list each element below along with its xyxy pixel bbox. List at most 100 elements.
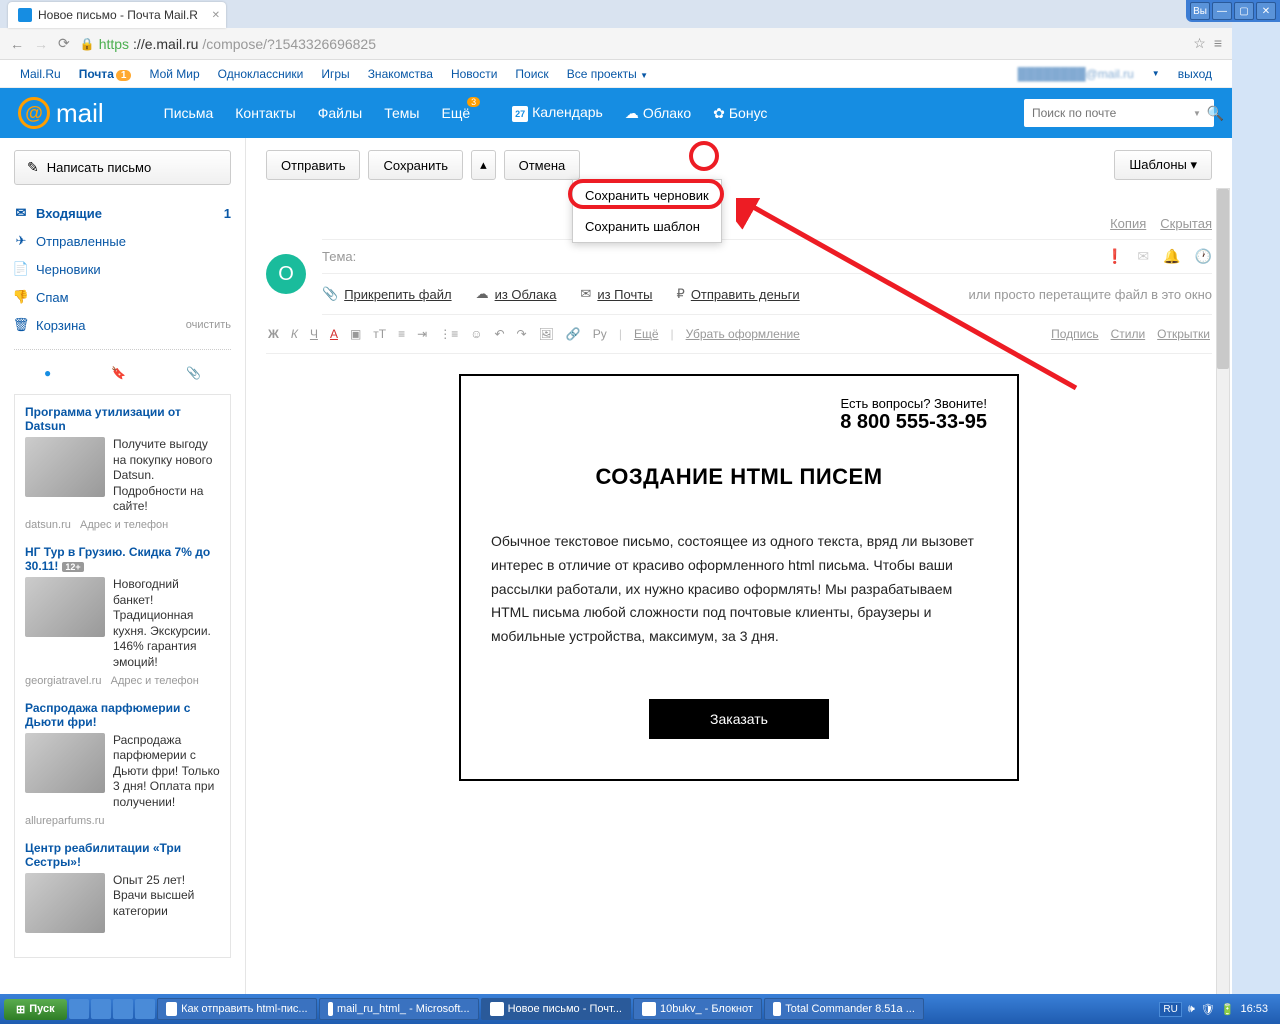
- portal-link-all[interactable]: Все проекты ▼: [567, 67, 648, 81]
- quicklaunch-icon[interactable]: [113, 999, 133, 1019]
- nav-contacts[interactable]: Контакты: [235, 105, 295, 121]
- window-minimize-button[interactable]: —: [1212, 2, 1232, 20]
- trash-clear-link[interactable]: очистить: [186, 319, 231, 331]
- ad-image[interactable]: [25, 577, 105, 637]
- nav-cloud[interactable]: ☁Облако: [625, 105, 691, 122]
- portal-link-ok[interactable]: Одноклассники: [218, 67, 304, 81]
- language-indicator[interactable]: RU: [1159, 1002, 1181, 1017]
- link-icon[interactable]: 🔗: [564, 325, 583, 343]
- search-dropdown-icon[interactable]: ▼: [1193, 109, 1201, 118]
- portal-link-mymir[interactable]: Мой Мир: [149, 67, 199, 81]
- nav-letters[interactable]: Письма: [164, 105, 214, 121]
- tab-close-icon[interactable]: ✕: [212, 10, 220, 21]
- templates-button[interactable]: Шаблоны ▾: [1114, 150, 1212, 180]
- taskbar-task[interactable]: Как отправить html-пис...: [157, 998, 317, 1020]
- portal-link-dating[interactable]: Знакомства: [368, 67, 433, 81]
- ad-title[interactable]: Распродажа парфюмерии с Дьюти фри!: [25, 701, 220, 729]
- undo-icon[interactable]: ↶: [492, 325, 506, 343]
- fmt-more-link[interactable]: Ещё: [632, 325, 661, 343]
- flagged-filter-icon[interactable]: 🔖: [111, 366, 126, 380]
- fmt-clear-link[interactable]: Убрать оформление: [684, 325, 802, 343]
- nav-bonus[interactable]: ✿Бонус: [713, 105, 767, 122]
- save-template-item[interactable]: Сохранить шаблон: [573, 211, 721, 242]
- attach-file-button[interactable]: 📎Прикрепить файл: [322, 286, 452, 302]
- portal-link-games[interactable]: Игры: [321, 67, 349, 81]
- quicklaunch-icon[interactable]: [69, 999, 89, 1019]
- ad-title[interactable]: НГ Тур в Грузию. Скидка 7% до 30.11!12+: [25, 545, 220, 573]
- schedule-icon[interactable]: 🕐: [1195, 248, 1212, 265]
- bg-color-icon[interactable]: ▣: [348, 325, 363, 343]
- logout-link[interactable]: выход: [1178, 67, 1212, 81]
- user-email[interactable]: ████████@mail.ru: [1018, 67, 1134, 81]
- cancel-button[interactable]: Отмена: [504, 150, 581, 180]
- send-money-button[interactable]: ₽Отправить деньги: [677, 286, 800, 302]
- nav-more[interactable]: Ещё3: [441, 105, 470, 121]
- attach-mail-button[interactable]: ✉из Почты: [580, 286, 652, 302]
- italic-icon[interactable]: К: [289, 325, 300, 343]
- to-field-row[interactable]: Копия Скрытая: [322, 208, 1212, 240]
- compose-scrollbar[interactable]: [1216, 188, 1230, 1014]
- tray-icon[interactable]: 🕪: [1188, 1003, 1195, 1016]
- save-draft-item[interactable]: Сохранить черновик: [573, 180, 721, 211]
- send-button[interactable]: Отправить: [266, 150, 360, 180]
- mail-logo[interactable]: @ mail: [18, 97, 104, 129]
- bookmark-icon[interactable]: ☆: [1193, 35, 1206, 52]
- align-icon[interactable]: ≡: [396, 325, 407, 343]
- window-maximize-button[interactable]: ▢: [1234, 2, 1254, 20]
- user-menu-chevron-icon[interactable]: ▼: [1152, 69, 1160, 78]
- ad-image[interactable]: [25, 437, 105, 497]
- ad-image[interactable]: [25, 733, 105, 793]
- start-button[interactable]: ⊞Пуск: [4, 999, 67, 1020]
- list-icon[interactable]: ⋮≡: [437, 325, 460, 343]
- email-body-preview[interactable]: Есть вопросы? Звоните! 8 800 555-33-95 С…: [459, 374, 1019, 781]
- ad-title[interactable]: Программа утилизации от Datsun: [25, 405, 220, 433]
- taskbar-task-active[interactable]: Новое письмо - Почт...: [481, 998, 631, 1020]
- url-field[interactable]: 🔒 https ://e.mail.ru /compose/?154332669…: [80, 36, 1184, 52]
- bcc-link[interactable]: Скрытая: [1160, 216, 1212, 231]
- folder-inbox[interactable]: ✉Входящие1: [14, 199, 231, 227]
- translit-icon[interactable]: Ру: [591, 325, 609, 343]
- save-dropdown-button[interactable]: ▴: [471, 150, 496, 180]
- search-box[interactable]: ▼ 🔍: [1024, 99, 1214, 127]
- taskbar-task[interactable]: mail_ru_html_ - Microsoft...: [319, 998, 479, 1020]
- nav-calendar[interactable]: 27Календарь: [512, 104, 603, 122]
- portal-link-mailru[interactable]: Mail.Ru: [20, 67, 61, 81]
- scrollbar-thumb[interactable]: [1217, 189, 1229, 369]
- attach-cloud-button[interactable]: ☁из Облака: [476, 286, 557, 302]
- save-button[interactable]: Сохранить: [368, 150, 463, 180]
- attachment-filter-icon[interactable]: 📎: [186, 366, 201, 380]
- ad-title[interactable]: Центр реабилитации «Три Сестры»!: [25, 841, 220, 869]
- text-color-icon[interactable]: А: [328, 325, 340, 343]
- taskbar-task[interactable]: 10bukv_ - Блокнот: [633, 998, 762, 1020]
- reminder-icon[interactable]: 🔔: [1163, 248, 1180, 265]
- bold-icon[interactable]: Ж: [266, 325, 281, 343]
- quicklaunch-icon[interactable]: [91, 999, 111, 1019]
- portal-link-news[interactable]: Новости: [451, 67, 497, 81]
- folder-sent[interactable]: ✈Отправленные: [14, 227, 231, 255]
- nav-back-icon[interactable]: ←: [10, 36, 24, 52]
- folder-drafts[interactable]: 📄Черновики: [14, 255, 231, 283]
- indent-icon[interactable]: ⇥: [415, 325, 429, 343]
- quicklaunch-icon[interactable]: [135, 999, 155, 1019]
- search-input[interactable]: [1032, 106, 1187, 120]
- underline-icon[interactable]: Ч: [308, 325, 320, 343]
- fmt-cards-link[interactable]: Открытки: [1155, 325, 1212, 343]
- cc-link[interactable]: Копия: [1110, 216, 1146, 231]
- window-close-button[interactable]: ✕: [1256, 2, 1276, 20]
- folder-trash[interactable]: 🗑Корзинаочистить: [14, 311, 231, 339]
- image-icon[interactable]: 🖼: [537, 325, 556, 343]
- browser-tab[interactable]: Новое письмо - Почта Mail.R ✕: [8, 2, 226, 28]
- tray-icon[interactable]: 🔋: [1221, 1003, 1235, 1016]
- emoji-icon[interactable]: ☺: [468, 325, 484, 343]
- window-user-button[interactable]: Вы: [1190, 2, 1210, 20]
- nav-themes[interactable]: Темы: [384, 105, 419, 121]
- search-icon[interactable]: 🔍: [1207, 105, 1224, 122]
- priority-icon[interactable]: ❗: [1106, 248, 1123, 265]
- unread-filter-icon[interactable]: ●: [44, 366, 51, 380]
- tray-icon[interactable]: 🛡: [1201, 1003, 1215, 1016]
- fmt-styles-link[interactable]: Стили: [1109, 325, 1148, 343]
- subject-field-row[interactable]: Тема: ❗ ✉ 🔔 🕐: [322, 240, 1212, 274]
- redo-icon[interactable]: ↷: [515, 325, 529, 343]
- portal-link-mail[interactable]: Почта1: [79, 67, 132, 81]
- folder-spam[interactable]: 👎Спам: [14, 283, 231, 311]
